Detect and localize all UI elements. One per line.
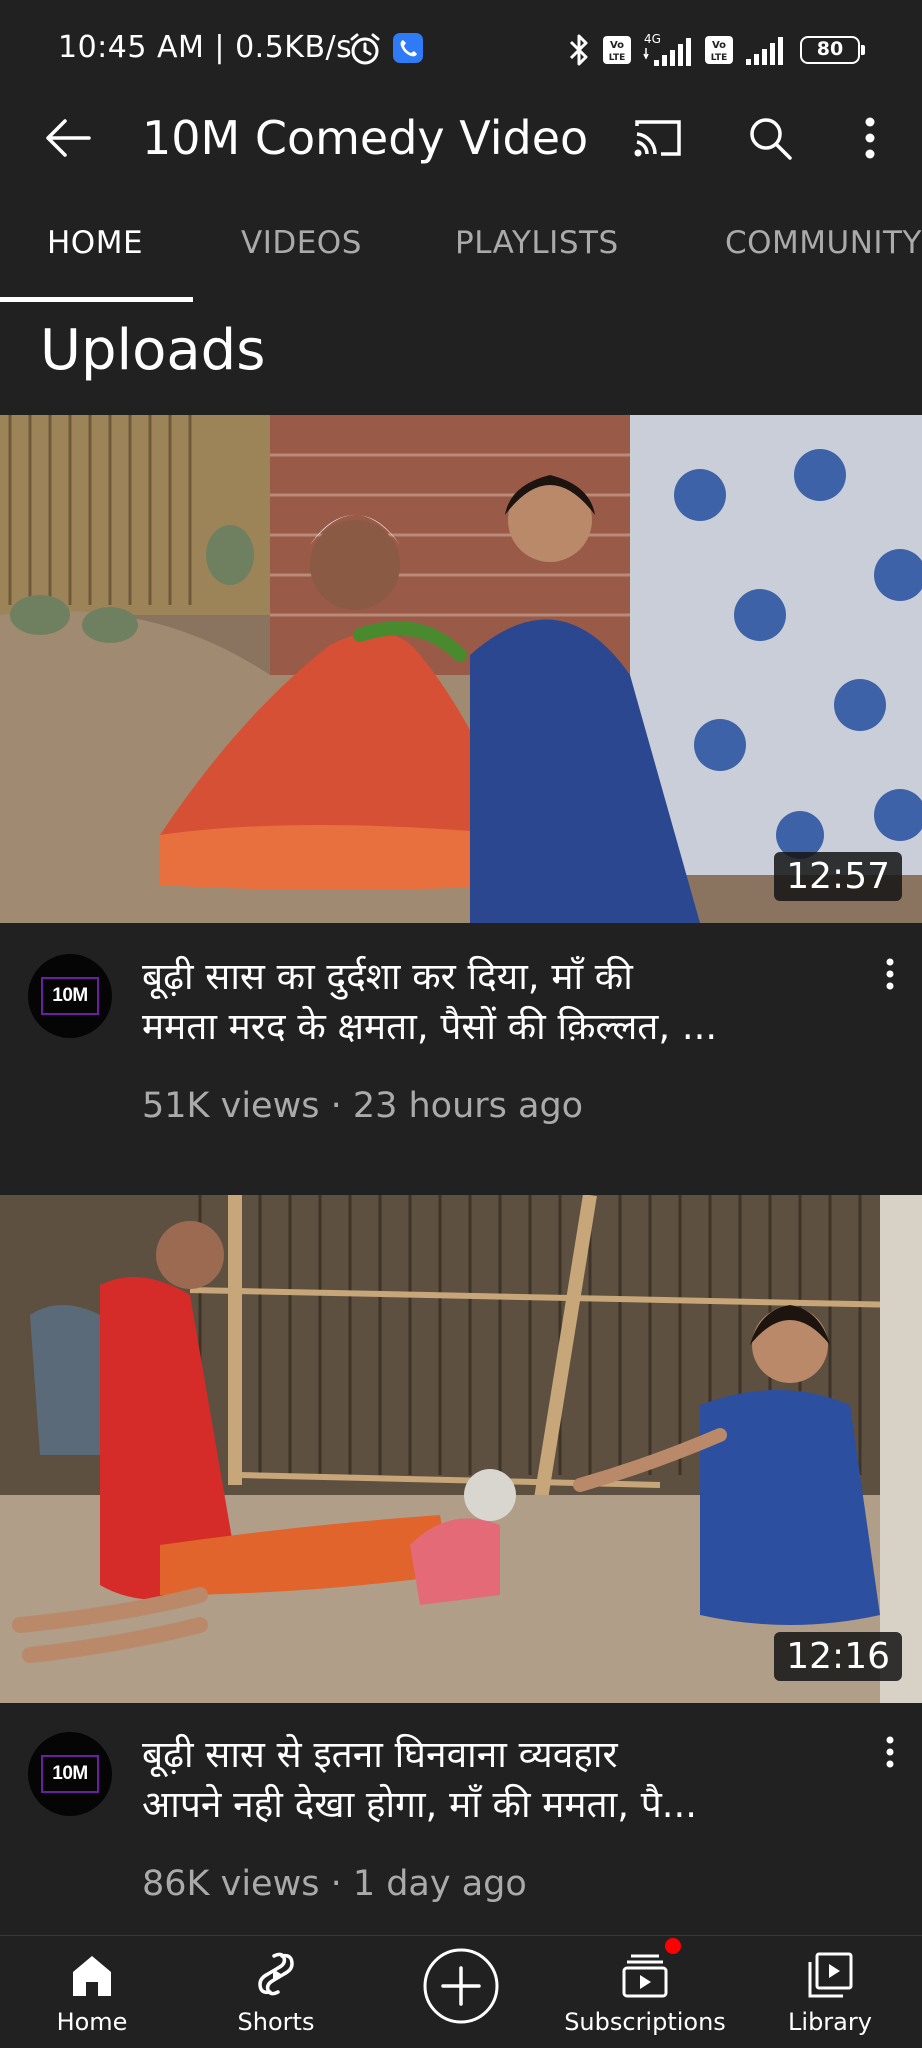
avatar-text: 10M bbox=[52, 1763, 88, 1784]
status-time: 10:45 AM | 0.5KB/s bbox=[58, 30, 353, 65]
bottom-navigation: Home Shorts Subscriptions Library bbox=[0, 1935, 922, 2048]
nav-create[interactable] bbox=[416, 1936, 506, 2048]
tab-community[interactable]: COMMUNITY bbox=[725, 225, 922, 261]
video-title[interactable]: बूढ़ी सास का दुर्दशा कर दिया, माँ की ममत… bbox=[142, 952, 862, 1052]
nav-subscriptions[interactable]: Subscriptions bbox=[560, 1936, 730, 2048]
more-vert-icon bbox=[886, 958, 894, 990]
video-title-line-1: बूढ़ी सास का दुर्दशा कर दिया, माँ की bbox=[142, 955, 633, 998]
video-title-line-1: बूढ़ी सास से इतना घिनवाना व्यवहार bbox=[142, 1733, 618, 1776]
svg-text:LTE: LTE bbox=[609, 53, 626, 63]
video-title[interactable]: बूढ़ी सास से इतना घिनवाना व्यवहार आपने न… bbox=[142, 1730, 862, 1830]
cast-icon bbox=[634, 120, 681, 157]
signal-icon: 4G bbox=[643, 32, 691, 66]
channel-tabs: HOME VIDEOS PLAYLISTS COMMUNITY bbox=[0, 205, 922, 305]
home-icon bbox=[73, 1956, 111, 1996]
video-more-button[interactable] bbox=[872, 1722, 908, 1782]
subscriptions-icon bbox=[622, 1954, 668, 1998]
channel-logo: 10M bbox=[41, 1755, 99, 1793]
active-tab-indicator bbox=[0, 297, 193, 302]
network-type: 4G bbox=[644, 32, 661, 46]
nav-label-library: Library bbox=[788, 2008, 872, 2036]
channel-logo: 10M bbox=[41, 977, 99, 1015]
nav-shorts[interactable]: Shorts bbox=[226, 1936, 326, 2048]
video-meta: 86K views · 1 day ago bbox=[142, 1864, 527, 1904]
call-icon bbox=[393, 33, 423, 63]
avatar-text: 10M bbox=[52, 985, 88, 1006]
search-icon bbox=[750, 118, 792, 160]
nav-label-subscriptions: Subscriptions bbox=[564, 2008, 726, 2036]
channel-avatar[interactable]: 10M bbox=[28, 954, 112, 1038]
video-more-button[interactable] bbox=[872, 944, 908, 1004]
create-plus-icon bbox=[423, 1948, 499, 2024]
volte-icon: Vo LTE bbox=[705, 36, 733, 64]
more-options-button[interactable] bbox=[840, 108, 900, 168]
search-button[interactable] bbox=[740, 108, 800, 168]
status-indicators: Vo LTE 4G Vo LTE 80 bbox=[566, 30, 865, 70]
back-arrow-icon bbox=[46, 119, 91, 157]
video-thumbnail[interactable]: 12:16 bbox=[0, 1195, 922, 1703]
bluetooth-icon bbox=[569, 34, 588, 66]
video-meta: 51K views · 23 hours ago bbox=[142, 1086, 584, 1126]
alarm-icon bbox=[350, 33, 380, 65]
nav-library[interactable]: Library bbox=[780, 1936, 880, 2048]
nav-home[interactable]: Home bbox=[42, 1936, 142, 2048]
notification-badge bbox=[665, 1938, 681, 1954]
channel-avatar[interactable]: 10M bbox=[28, 1732, 112, 1816]
more-vert-icon bbox=[886, 1736, 894, 1768]
video-thumbnail[interactable]: 12:57 bbox=[0, 415, 922, 923]
signal-icon bbox=[746, 37, 783, 65]
more-vert-icon bbox=[865, 117, 875, 159]
tab-videos[interactable]: VIDEOS bbox=[241, 225, 362, 261]
thumbnail-image bbox=[0, 1195, 922, 1703]
video-duration: 12:57 bbox=[774, 852, 902, 901]
nav-label-shorts: Shorts bbox=[237, 2008, 315, 2036]
nav-label-home: Home bbox=[56, 2008, 128, 2036]
video-duration: 12:16 bbox=[774, 1632, 902, 1681]
cast-button[interactable] bbox=[628, 108, 688, 168]
svg-text:Vo: Vo bbox=[610, 40, 624, 51]
section-title: Uploads bbox=[40, 318, 266, 383]
video-title-line-2: आपने नही देखा होगा, माँ की ममता, पै... bbox=[142, 1783, 698, 1826]
svg-text:LTE: LTE bbox=[711, 53, 728, 63]
battery-icon: 80 bbox=[800, 36, 865, 64]
tab-home[interactable]: HOME bbox=[47, 225, 143, 261]
volte-icon: Vo LTE bbox=[603, 36, 631, 64]
video-title-line-2: ममता मरद के क्षमता, पैसों की क़िल्लत, ..… bbox=[142, 1005, 718, 1048]
status-bar: 10:45 AM | 0.5KB/s Vo LTE 4G Vo LTE 80 bbox=[0, 0, 922, 100]
svg-text:Vo: Vo bbox=[712, 40, 726, 51]
shorts-icon bbox=[258, 1952, 294, 1996]
tab-playlists[interactable]: PLAYLISTS bbox=[455, 225, 619, 261]
channel-title: 10M Comedy Video bbox=[142, 111, 589, 165]
thumbnail-image bbox=[0, 415, 922, 923]
back-button[interactable] bbox=[38, 108, 98, 168]
library-icon bbox=[808, 1952, 853, 1998]
